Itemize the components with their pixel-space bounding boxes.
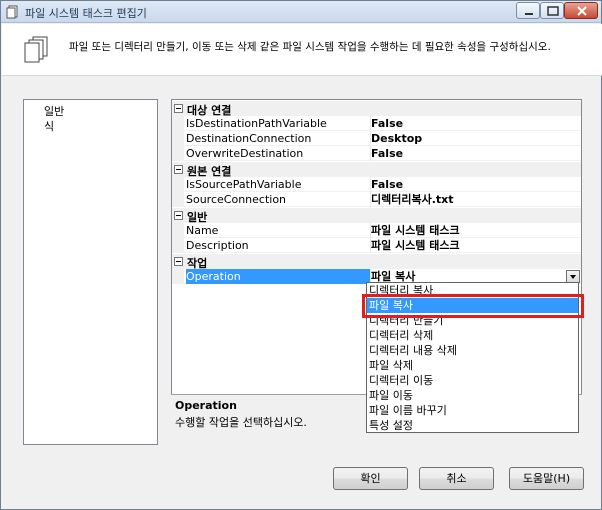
window-title: 파일 시스템 태스크 편집기 [25,7,147,20]
help-button[interactable]: 도움말(H) [509,467,584,490]
description-title: Operation [175,399,237,412]
property-row[interactable]: OverwriteDestination False [172,146,581,161]
nav-item-general[interactable]: 일반 [44,103,64,119]
dropdown-option[interactable]: 파일 삭제 [367,358,578,373]
property-name: OverwriteDestination [186,147,304,160]
property-value[interactable]: 파일 시스템 태스크 [370,223,581,238]
category-general[interactable]: 일반 [172,208,581,224]
row-gutter [172,177,184,192]
dropdown-option[interactable]: 파일 이름 바꾸기 [367,403,578,418]
minimize-icon [525,13,533,15]
property-row[interactable]: Description 파일 시스템 태스크 [172,238,581,253]
dialog-header: 파일 또는 디렉터리 만들기, 이동 또는 삭제 같은 파일 시스템 작업을 수… [2,24,602,76]
close-icon [577,6,587,16]
dropdown-option[interactable]: 특성 설정 [367,418,578,433]
cancel-button[interactable]: 취소 [419,467,494,490]
dropdown-option[interactable]: 디렉터리 이동 [367,373,578,388]
property-name: DestinationConnection [186,132,312,145]
description-text: 수행할 작업을 선택하십시오. [175,416,307,429]
nav-item-expressions[interactable]: 식 [44,118,54,134]
row-gutter [172,223,184,238]
property-name: Name [186,224,219,237]
category-destination-connection[interactable]: 대상 연결 [172,101,581,117]
page-nav-list: 일반 식 [23,99,158,445]
row-gutter [172,238,184,253]
file-system-task-large-icon [24,36,48,63]
property-name: IsDestinationPathVariable [186,117,327,130]
property-row[interactable]: DestinationConnection Desktop [172,131,581,146]
category-source-connection[interactable]: 원본 연결 [172,162,581,178]
file-system-task-icon [6,5,18,19]
property-row[interactable]: SourceConnection 디렉터리복사.txt [172,192,581,207]
file-system-task-editor-window: 파일 시스템 태스크 편집기 파일 또는 디렉터리 만들기, 이동 또는 삭제 … [0,0,602,510]
property-row[interactable]: Name 파일 시스템 태스크 [172,223,581,238]
property-value[interactable]: False [370,116,581,131]
maximize-button[interactable] [540,2,564,19]
row-gutter [172,131,184,146]
category-operation[interactable]: 작업 [172,254,581,270]
property-value[interactable]: Desktop [370,131,581,146]
dropdown-option[interactable]: 디렉터리 삭제 [367,328,578,343]
annotation-highlight-box [362,294,584,318]
row-gutter [172,116,184,131]
ok-button[interactable]: 확인 [333,467,408,490]
property-value[interactable]: False [370,177,581,192]
property-name: Operation [186,269,370,284]
collapse-icon[interactable] [174,257,183,266]
property-row[interactable]: IsSourcePathVariable False [172,177,581,192]
collapse-icon[interactable] [174,165,183,174]
row-gutter [172,146,184,161]
dropdown-option[interactable]: 파일 이동 [367,388,578,403]
property-value[interactable]: False [370,146,581,161]
property-row[interactable]: IsDestinationPathVariable False [172,116,581,131]
collapse-icon[interactable] [174,211,183,220]
row-gutter [172,269,184,284]
collapse-icon[interactable] [174,104,183,113]
property-name: Description [186,239,249,252]
row-gutter [172,192,184,207]
property-name: IsSourcePathVariable [186,178,302,191]
property-value[interactable]: 파일 시스템 태스크 [370,238,581,253]
property-value[interactable]: 디렉터리복사.txt [370,192,581,207]
dropdown-option[interactable]: 디렉터리 내용 삭제 [367,343,578,358]
dialog-description: 파일 또는 디렉터리 만들기, 이동 또는 삭제 같은 파일 시스템 작업을 수… [69,41,551,53]
maximize-icon [547,6,559,16]
close-button[interactable] [564,2,598,19]
property-name: SourceConnection [186,193,287,206]
title-bar: 파일 시스템 태스크 편집기 [1,1,601,23]
minimize-button[interactable] [516,2,540,19]
